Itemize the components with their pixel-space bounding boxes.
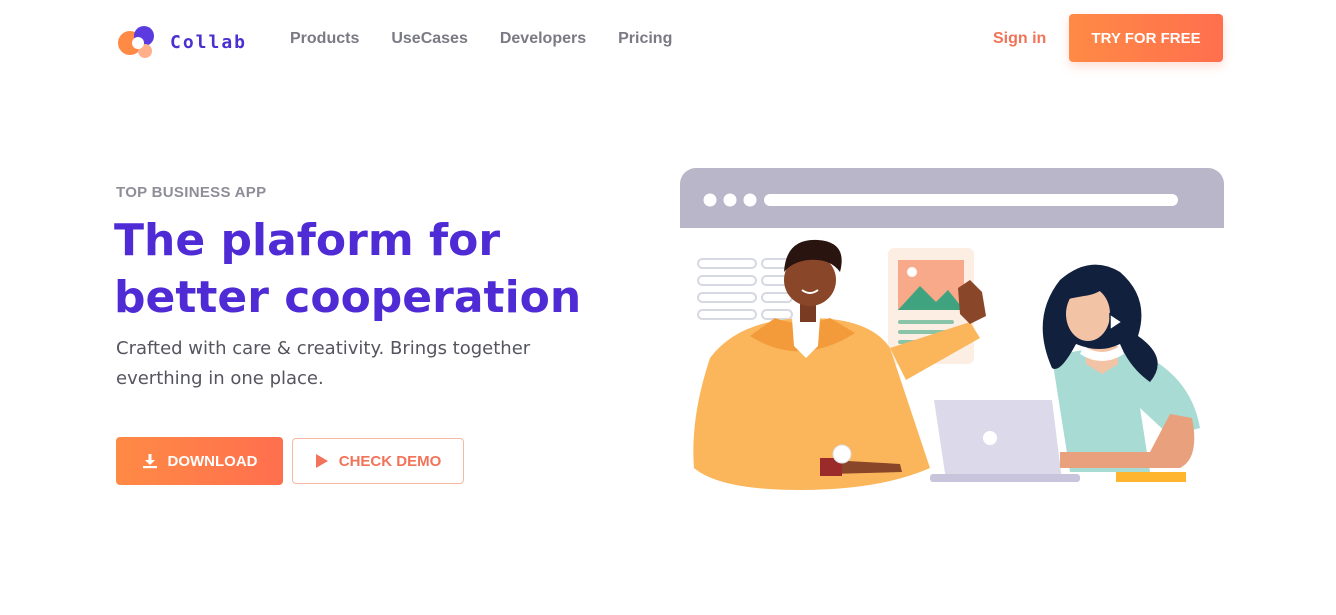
brand-name: Collab xyxy=(170,31,248,53)
download-button[interactable]: DOWNLOAD xyxy=(116,437,283,485)
main-nav: Products UseCases Developers Pricing xyxy=(290,30,704,48)
sign-in-link[interactable]: Sign in xyxy=(993,30,1046,48)
hero-subtext: Crafted with care & creativity. Brings t… xyxy=(116,338,531,389)
headline-line-1: The plaform for xyxy=(114,215,501,266)
download-label: DOWNLOAD xyxy=(167,452,258,470)
site-header: Collab Products UseCases Developers Pric… xyxy=(0,0,1336,80)
download-icon xyxy=(142,453,158,469)
collab-logo-icon xyxy=(116,24,160,60)
hero-headline: The plaform for better cooperation xyxy=(114,212,634,326)
nav-usecases[interactable]: UseCases xyxy=(391,30,468,48)
check-demo-button[interactable]: CHECK DEMO xyxy=(292,438,464,484)
hero-eyebrow: TOP BUSINESS APP xyxy=(116,184,267,201)
hero-illustration xyxy=(680,168,1224,500)
collaboration-illustration xyxy=(680,168,1224,500)
nav-developers[interactable]: Developers xyxy=(500,30,586,48)
check-demo-label: CHECK DEMO xyxy=(338,452,442,470)
nav-pricing[interactable]: Pricing xyxy=(618,30,672,48)
try-for-free-button[interactable]: TRY FOR FREE xyxy=(1069,14,1223,62)
play-icon xyxy=(315,453,329,469)
headline-line-2: better cooperation xyxy=(114,272,582,323)
nav-products[interactable]: Products xyxy=(290,30,359,48)
brand-logo[interactable]: Collab xyxy=(116,24,247,60)
